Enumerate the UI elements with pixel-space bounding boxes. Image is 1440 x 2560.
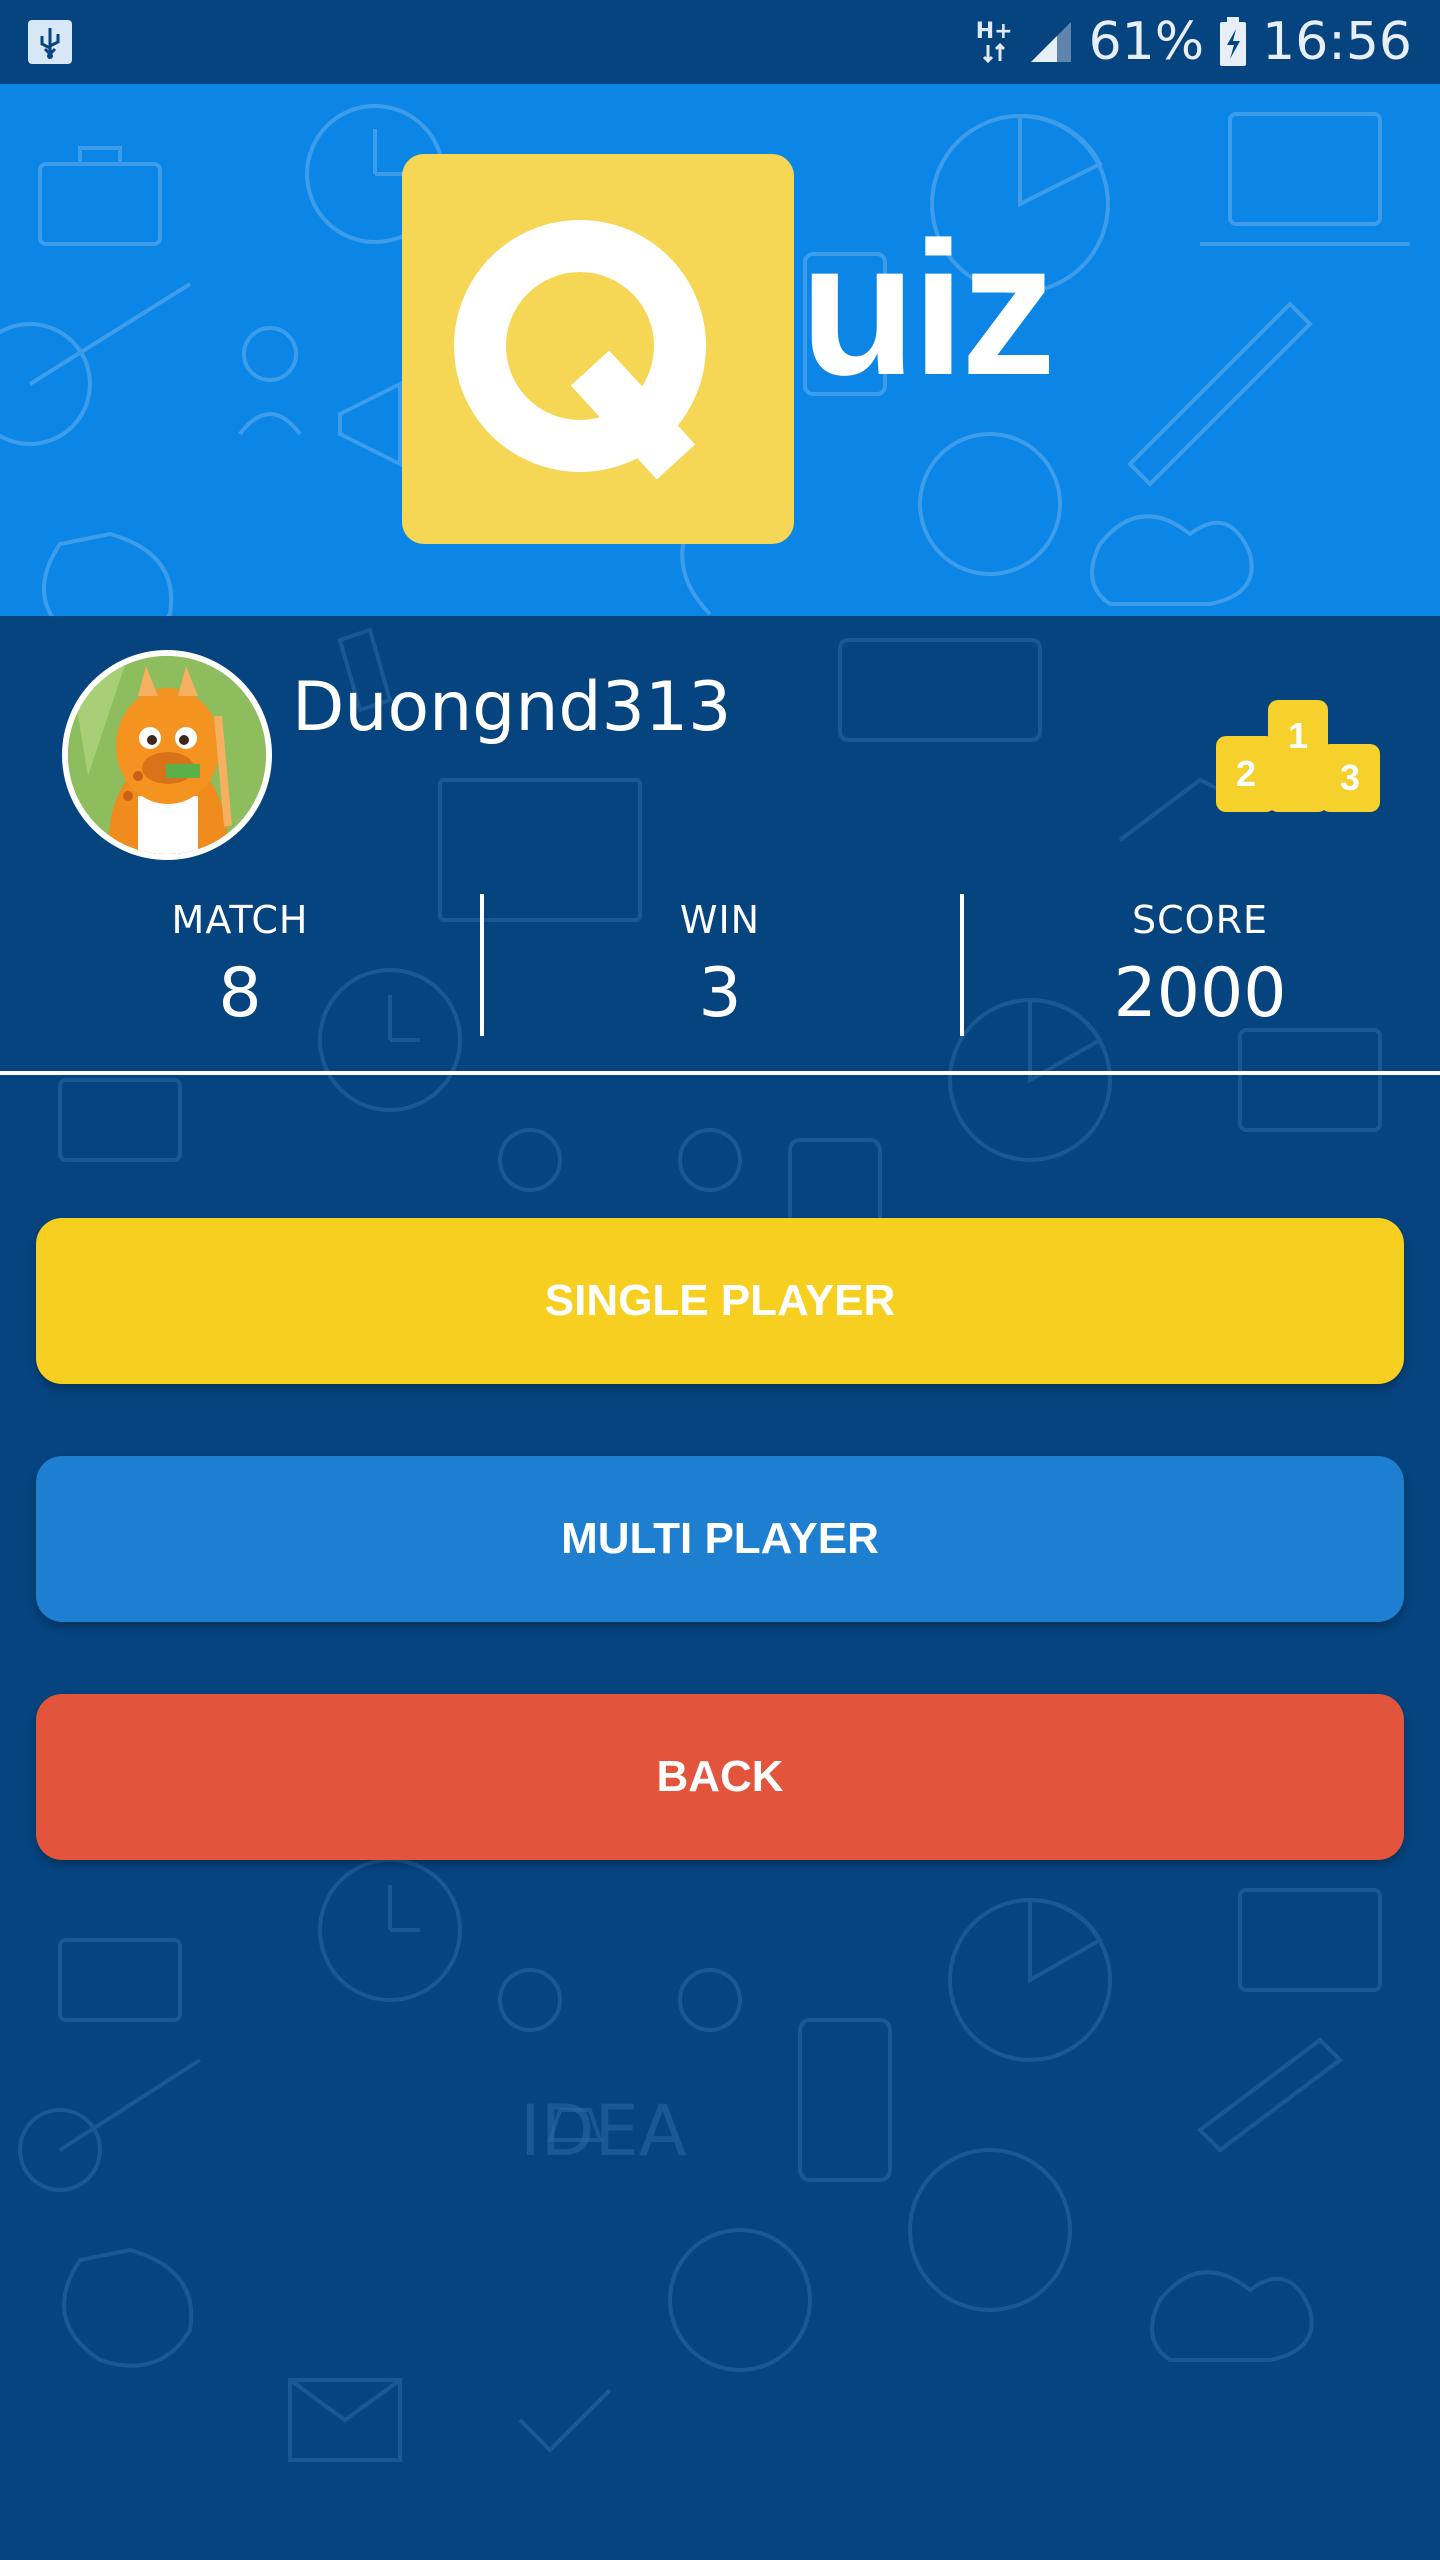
podium-icon[interactable]: 1 2 3 — [1216, 700, 1380, 812]
podium-number-third: 3 — [1340, 757, 1360, 798]
usb-icon — [28, 20, 72, 64]
battery-percent: 61% — [1088, 12, 1205, 72]
svg-text:IDEA: IDEA — [520, 2090, 687, 2172]
back-button[interactable]: BACK — [36, 1694, 1404, 1860]
stat-value: 2000 — [1113, 954, 1287, 1033]
stat-value: 8 — [218, 954, 262, 1033]
avatar-image — [68, 656, 266, 854]
data-arrows-icon: H+ — [976, 21, 1013, 63]
logo-letter — [454, 220, 706, 480]
username: Duongnd313 — [292, 668, 732, 747]
stat-label: SCORE — [1132, 898, 1268, 942]
clock: 16:56 — [1262, 12, 1412, 72]
logo-badge — [402, 154, 794, 544]
header-banner: uiz — [0, 84, 1440, 616]
stats-row: MATCH 8 WIN 3 SCORE 2000 — [0, 890, 1440, 1040]
status-right: H+ 61% 16:56 — [976, 10, 1412, 74]
logo-text: uiz — [800, 203, 1056, 415]
stat-label: MATCH — [171, 898, 309, 942]
multi-player-button[interactable]: MULTI PLAYER — [36, 1456, 1404, 1622]
battery-charging-icon — [1220, 17, 1247, 66]
podium-number-second: 2 — [1236, 753, 1256, 794]
stat-value: 3 — [698, 954, 742, 1033]
avatar[interactable] — [62, 650, 272, 860]
single-player-button[interactable]: SINGLE PLAYER — [36, 1218, 1404, 1384]
network-type: H+ — [975, 19, 1013, 44]
status-bar: H+ 61% 16:56 — [0, 0, 1440, 84]
stat-match: MATCH 8 — [0, 890, 480, 1040]
stat-label: WIN — [679, 898, 761, 942]
stat-score: SCORE 2000 — [960, 890, 1440, 1040]
section-divider — [0, 1071, 1440, 1075]
stat-win: WIN 3 — [480, 890, 960, 1040]
signal-icon — [1030, 22, 1071, 62]
podium-number-first: 1 — [1288, 715, 1308, 756]
